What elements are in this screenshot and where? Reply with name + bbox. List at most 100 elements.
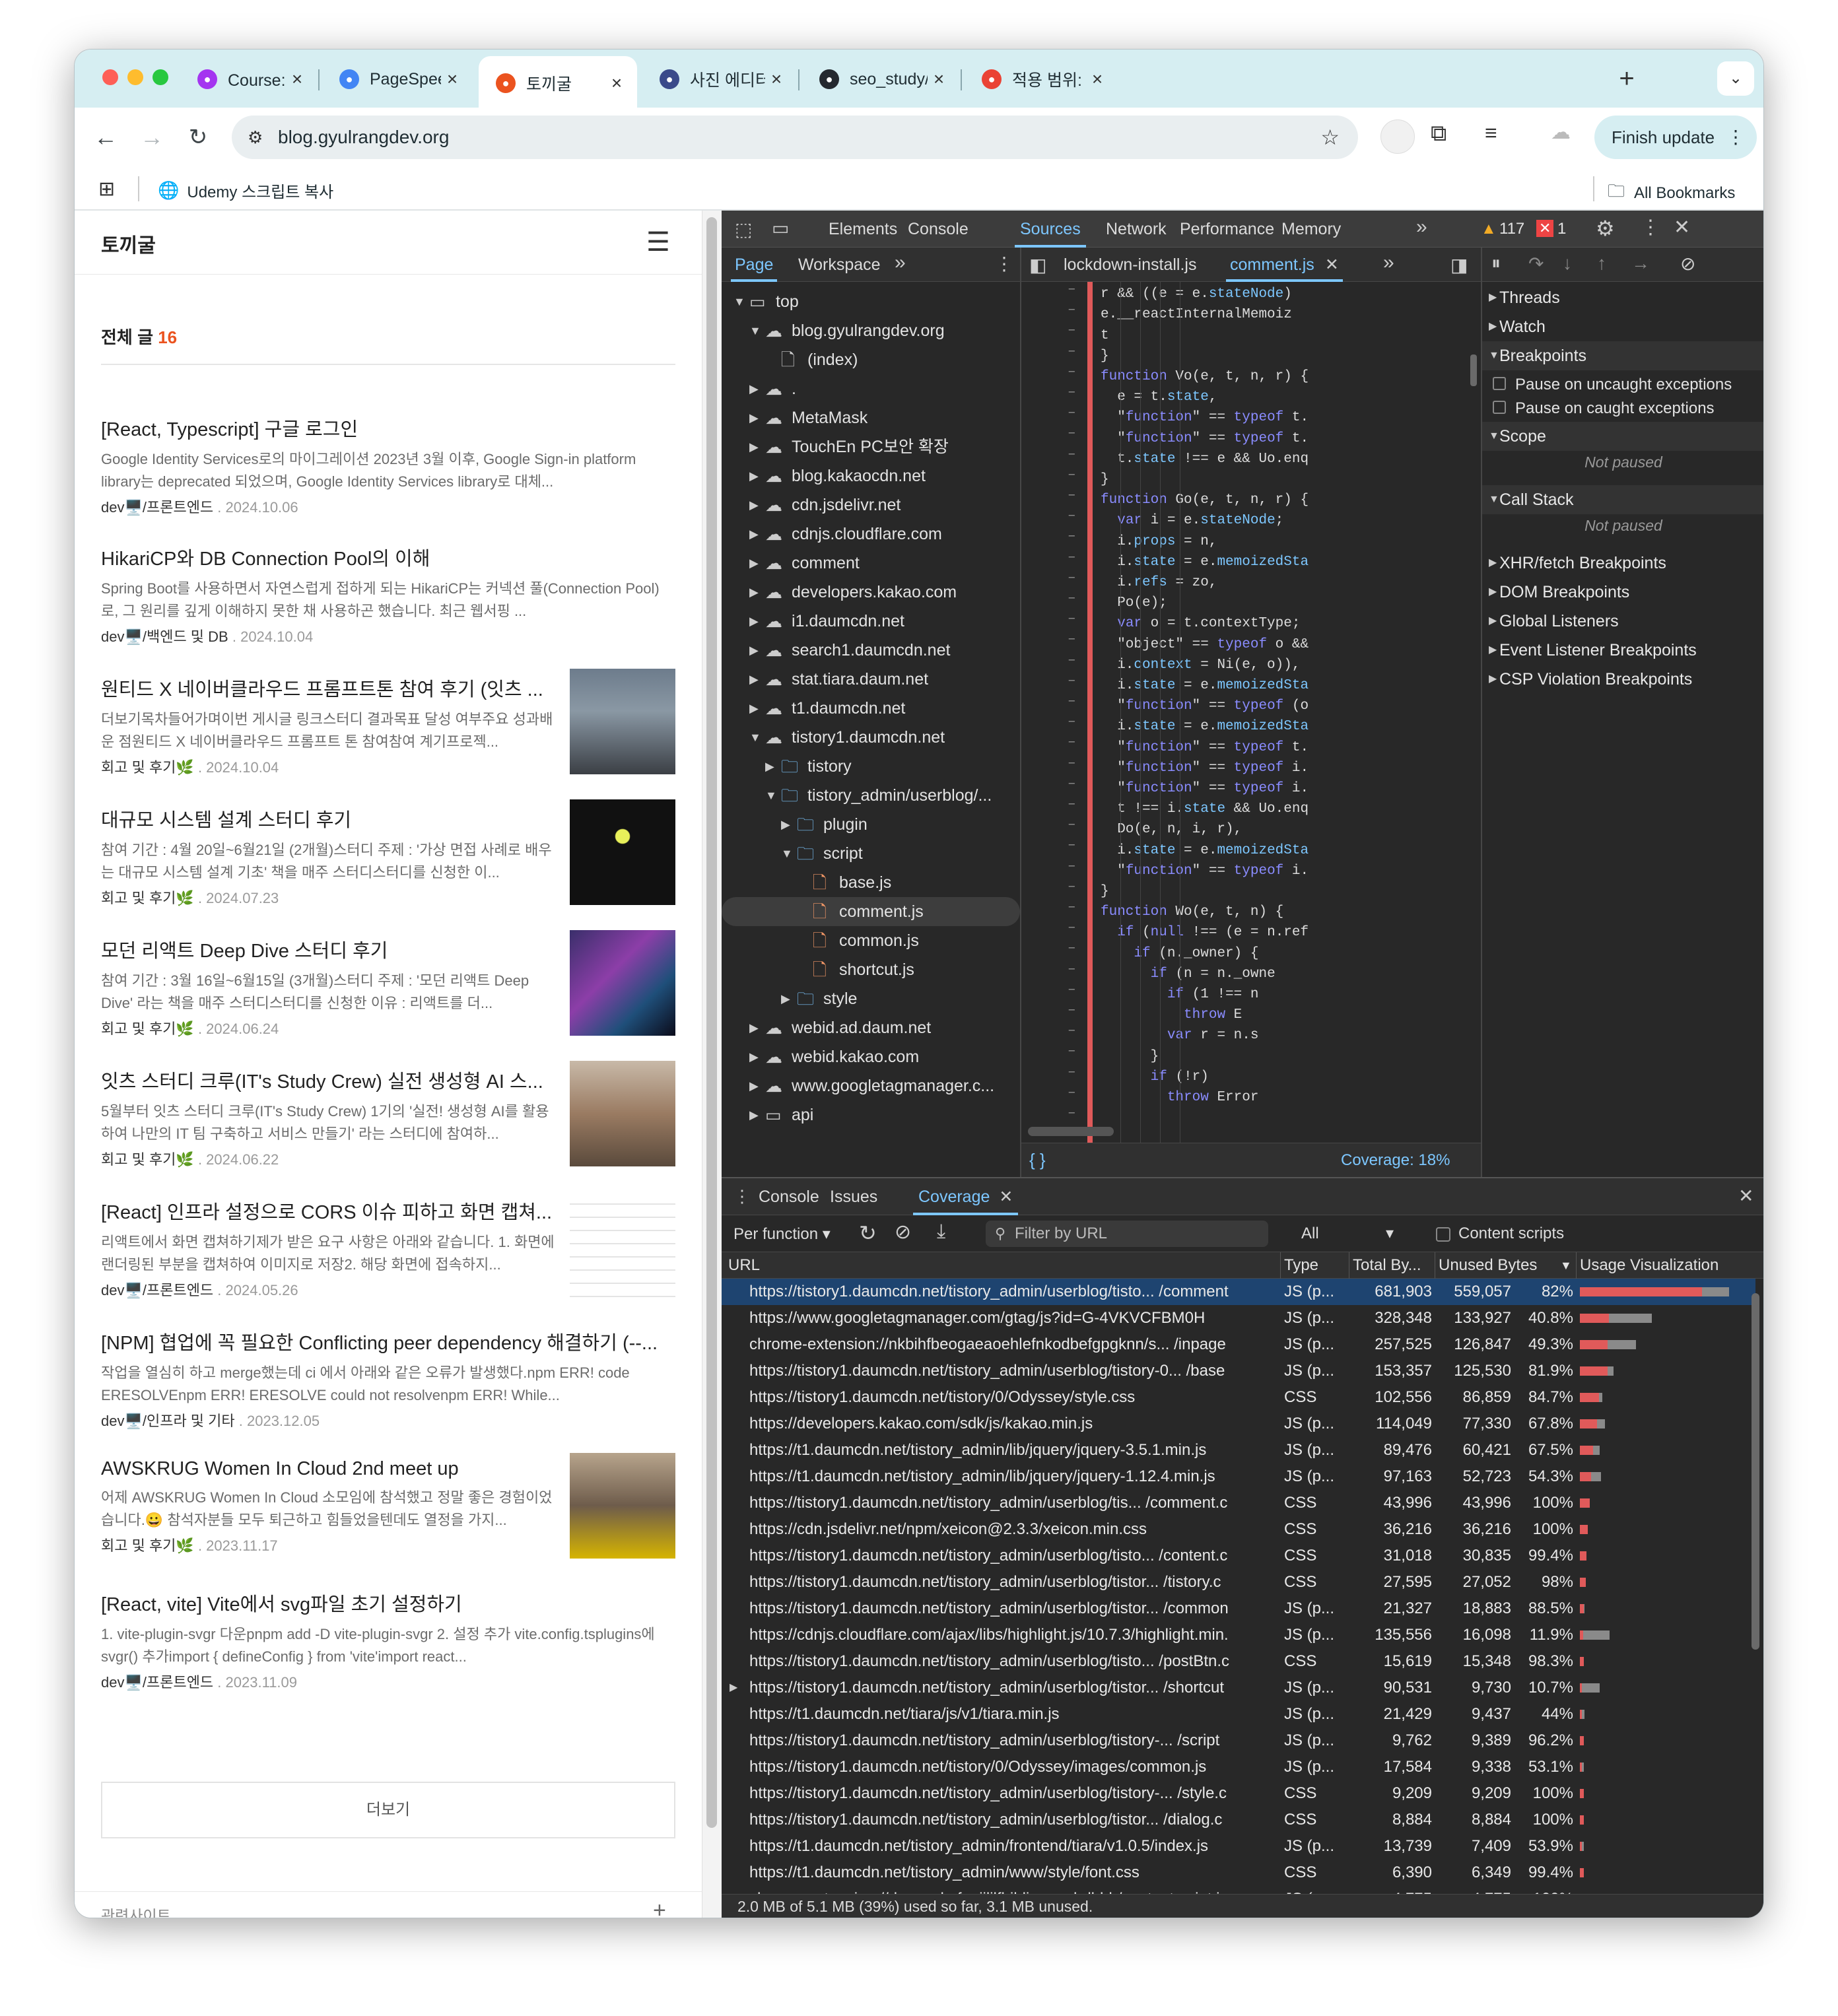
coverage-row[interactable]: https://tistory1.daumcdn.net/tistory_adm… (722, 1358, 1755, 1384)
minimize-window-button[interactable] (127, 69, 143, 85)
tab-search-button[interactable]: ⌄ (1717, 61, 1754, 96)
coverage-row[interactable]: https://tistory1.daumcdn.net/tistory_adm… (722, 1279, 1755, 1305)
step-icon[interactable]: → (1631, 253, 1650, 274)
tree-node[interactable]: ▶ ☁ www.googletagmanager.c... (722, 1071, 1020, 1100)
close-window-button[interactable] (102, 69, 118, 85)
coverage-row[interactable]: https://tistory1.daumcdn.net/tistory_adm… (722, 1807, 1755, 1833)
devtools-menu-icon[interactable]: ⋮ (1641, 216, 1660, 239)
devtools-tab-sources[interactable]: Sources (1015, 211, 1086, 248)
close-tab-icon[interactable]: × (1086, 69, 1108, 90)
tab-3[interactable]: ● 토끼굴 × (479, 56, 637, 108)
drawer-menu-icon[interactable]: ⋮ (733, 1186, 751, 1207)
post-category[interactable]: 회고 및 후기🌿 (101, 1151, 194, 1168)
tree-node[interactable]: ▶ ☁ blog.kakaocdn.net (722, 461, 1020, 490)
close-tab-icon[interactable]: × (286, 69, 308, 90)
coverage-row[interactable]: chrome-extension://nkbihfbeogaeaoehlefnk… (722, 1331, 1755, 1358)
maximize-window-button[interactable] (153, 69, 168, 85)
coverage-row[interactable]: https://tistory1.daumcdn.net/tistory_adm… (722, 1648, 1755, 1675)
reload-button[interactable]: ↻ (183, 122, 213, 152)
post-category[interactable]: dev🖥️/프론트엔드 (101, 1282, 213, 1298)
devtools-tab-elements[interactable]: Elements (829, 211, 897, 248)
extensions-puzzle-icon[interactable]: ⧉ (1431, 121, 1447, 147)
more-tabs-icon[interactable]: » (1416, 216, 1427, 238)
coverage-row[interactable]: chrome-extension://dncepekefegjiljlfbihl… (722, 1886, 1755, 1894)
coverage-footer[interactable]: Coverage: 18% (1341, 1151, 1450, 1170)
reload-coverage-icon[interactable]: ↻ (859, 1221, 877, 1246)
post-item[interactable]: 모던 리액트 Deep Dive 스터디 후기 참여 기간 : 3월 16일~6월… (101, 930, 675, 1054)
coverage-row[interactable]: https://www.googletagmanager.com/gtag/js… (722, 1305, 1755, 1331)
post-category[interactable]: dev🖥️/프론트엔드 (101, 1674, 213, 1691)
coverage-row[interactable]: https://tistory1.daumcdn.net/tistory_adm… (722, 1490, 1755, 1516)
post-item[interactable]: AWSKRUG Women In Cloud 2nd meet up 어제 AWS… (101, 1453, 675, 1577)
collapsed-arrow-icon[interactable]: ▶ (749, 520, 759, 549)
coverage-row[interactable]: https://t1.daumcdn.net/tiara/js/v1/tiara… (722, 1701, 1755, 1728)
tree-node[interactable]: 🗋 (index) (722, 345, 1020, 374)
collapsed-arrow-icon[interactable]: ▶ (749, 694, 759, 723)
post-item[interactable]: [NPM] 협업에 꼭 필요한 Conflicting peer depende… (101, 1327, 675, 1446)
site-title[interactable]: 토끼굴 (101, 229, 156, 258)
tree-node[interactable]: ▼ 🗀 script (722, 839, 1020, 868)
tab-5[interactable]: ● seo_study/section× (802, 59, 959, 100)
step-over-icon[interactable]: ↷ (1528, 253, 1544, 275)
editor-hscroll-thumb[interactable] (1028, 1127, 1114, 1136)
menu-kebab-icon[interactable]: ⋮ (1726, 116, 1745, 159)
post-title[interactable]: HikariCP와 DB Connection Pool의 이해 (101, 543, 675, 571)
step-out-icon[interactable]: ↑ (1597, 253, 1606, 274)
collapsed-arrow-icon[interactable]: ▶ (765, 752, 774, 781)
nav-tab-page[interactable]: Page (731, 248, 778, 282)
finish-update-button[interactable]: Finish update ⋮ (1594, 116, 1757, 159)
post-title[interactable]: [React, Typescript] 구글 로그인 (101, 414, 675, 442)
hamburger-menu-icon[interactable]: ☰ (646, 229, 670, 255)
post-title[interactable]: [React, vite] Vite에서 svg파일 초기 설정하기 (101, 1589, 675, 1617)
tree-node[interactable]: ▼ ☁ blog.gyulrangdev.org (722, 316, 1020, 345)
page-scrollbar[interactable] (702, 211, 722, 1918)
file-tab[interactable]: comment.js ✕ (1226, 248, 1343, 282)
post-thumbnail[interactable] (570, 1453, 675, 1559)
collapsed-arrow-icon[interactable]: ▶ (781, 810, 790, 839)
expanded-arrow-icon[interactable]: ▼ (749, 723, 761, 752)
tree-node[interactable]: ▼ 🗀 tistory_admin/userblog/... (722, 781, 1020, 810)
tree-node[interactable]: 🗋 comment.js (722, 897, 1020, 926)
site-info-icon[interactable]: ⚙ (248, 127, 267, 148)
expanded-arrow-icon[interactable]: ▼ (765, 781, 777, 810)
apps-grid-icon[interactable]: ⊞ (98, 178, 115, 201)
drawer-tab-issues[interactable]: Issues (830, 1178, 877, 1215)
tree-node[interactable]: ▶ ☁ TouchEn PC보안 확장 (722, 432, 1020, 461)
device-toolbar-icon[interactable]: ▭ (772, 217, 789, 239)
debugger-section[interactable]: ▼ Scope (1482, 422, 1763, 451)
debugger-section[interactable]: ▶ Threads (1482, 283, 1763, 312)
post-thumbnail[interactable] (570, 930, 675, 1036)
deactivate-breakpoints-icon[interactable]: ⊘ (1680, 253, 1695, 275)
column-header[interactable]: Total By... (1353, 1252, 1436, 1279)
toggle-navigator-icon[interactable]: ◧ (1029, 254, 1046, 276)
post-title[interactable]: 원티드 X 네이버클라우드 프롬프트톤 참여 후기 (잇츠 ... (101, 674, 557, 702)
tree-node[interactable]: ▶ 🗀 plugin (722, 810, 1020, 839)
post-category[interactable]: 회고 및 후기🌿 (101, 1537, 194, 1554)
tree-node[interactable]: ▶ ☁ t1.daumcdn.net (722, 694, 1020, 723)
bookmark-star-icon[interactable]: ☆ (1320, 125, 1340, 150)
coverage-row[interactable]: https://tistory1.daumcdn.net/tistory_adm… (722, 1569, 1755, 1596)
coverage-row[interactable]: https://t1.daumcdn.net/tistory_admin/lib… (722, 1463, 1755, 1490)
collapsed-arrow-icon[interactable]: ▶ (749, 490, 759, 520)
tree-node[interactable]: ▶ ☁ developers.kakao.com (722, 578, 1020, 607)
column-header[interactable]: Type (1284, 1252, 1350, 1279)
navigator-menu-icon[interactable]: ⋮ (995, 253, 1013, 275)
warning-icon[interactable]: ▲ (1481, 220, 1497, 238)
close-drawer-icon[interactable]: ✕ (1738, 1185, 1753, 1207)
coverage-row[interactable]: https://t1.daumcdn.net/tistory_admin/www… (722, 1860, 1755, 1886)
code-editor[interactable]: – – – – – – – – – – – – – – – – – – – – – – – – – – – – – – – – – – – – – – – –… (1021, 282, 1481, 1143)
tree-node[interactable]: ▶ ☁ cdn.jsdelivr.net (722, 490, 1020, 520)
post-item[interactable]: HikariCP와 DB Connection Pool의 이해 Spring B… (101, 543, 675, 662)
post-item[interactable]: [React] 인프라 설정으로 CORS 이슈 피하고 화면 캡쳐... 리액트… (101, 1192, 675, 1316)
file-tab[interactable]: lockdown-install.js (1064, 248, 1196, 282)
per-function-select[interactable]: Per function ▾ (733, 1225, 831, 1244)
coverage-scrollbar-thumb[interactable] (1752, 1293, 1759, 1650)
post-thumbnail[interactable] (570, 799, 675, 905)
settings-gear-icon[interactable]: ⚙ (1596, 216, 1615, 241)
collapsed-arrow-icon[interactable]: ▶ (749, 665, 759, 694)
devtools-tab-performance[interactable]: Performance (1180, 211, 1274, 248)
collapsed-arrow-icon[interactable]: ▶ (749, 403, 759, 432)
post-item[interactable]: [React, vite] Vite에서 svg파일 초기 설정하기 1. vit… (101, 1589, 675, 1708)
post-category[interactable]: 회고 및 후기🌿 (101, 1021, 194, 1037)
post-category[interactable]: dev🖥️/프론트엔드 (101, 499, 213, 516)
